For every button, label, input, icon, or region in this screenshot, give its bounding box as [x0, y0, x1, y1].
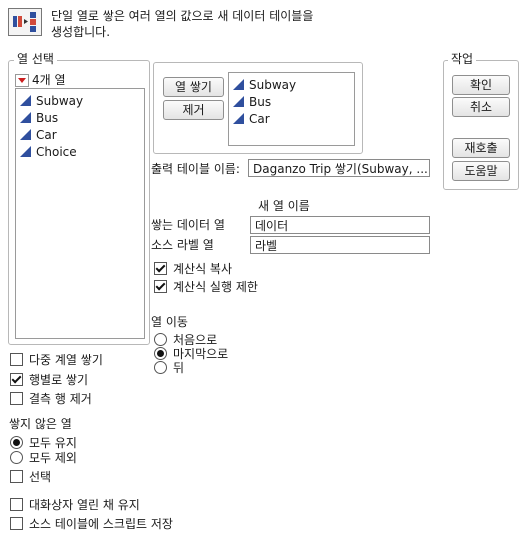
stack-by-row-checkbox[interactable]: 행별로 쌓기 — [10, 371, 88, 387]
red-triangle-menu-icon[interactable] — [15, 74, 29, 87]
continuous-column-icon — [20, 112, 31, 123]
save-script-checkbox[interactable]: 소스 테이블에 스크립트 저장 — [10, 515, 173, 531]
ok-button[interactable]: 확인 — [452, 75, 510, 95]
move-columns-title: 열 이동 — [151, 315, 188, 329]
column-item-label: Bus — [36, 110, 59, 125]
non-stacked-columns-title: 쌓지 않은 열 — [9, 417, 72, 431]
column-item-choice[interactable]: Choice — [16, 143, 144, 160]
column-select-title: 열 선택 — [14, 52, 57, 66]
dialog-description-line1: 단일 열로 쌓은 여러 열의 값으로 새 데이터 테이블을 — [51, 9, 314, 23]
copy-formula-checkbox[interactable]: 계산식 복사 — [154, 260, 232, 276]
continuous-column-icon — [233, 79, 244, 90]
stacked-data-column-field[interactable]: 데이터 — [250, 216, 430, 234]
source-label-column-field[interactable]: 라벨 — [250, 236, 430, 254]
move-after-radio[interactable]: 뒤 — [154, 359, 184, 375]
keep-dialog-open-checkbox[interactable]: 대화상자 열린 채 유지 — [10, 496, 140, 512]
continuous-column-icon — [233, 96, 244, 107]
stacked-item-car[interactable]: Car — [229, 110, 354, 127]
stacked-item-bus[interactable]: Bus — [229, 93, 354, 110]
suppress-formula-eval-checkbox[interactable]: 계산식 실행 제한 — [154, 278, 258, 294]
column-item-bus[interactable]: Bus — [16, 109, 144, 126]
source-label-column-label: 소스 라벨 열 — [151, 238, 214, 252]
remove-button[interactable]: 제거 — [163, 100, 224, 120]
continuous-column-icon — [20, 146, 31, 157]
column-item-label: Subway — [36, 93, 84, 108]
stack-columns-button[interactable]: 열 쌓기 — [163, 77, 224, 97]
new-column-names-heading: 새 열 이름 — [258, 199, 310, 213]
select-checkbox[interactable]: 선택 — [10, 468, 51, 484]
column-item-label: Choice — [36, 144, 77, 159]
multi-series-stack-checkbox[interactable]: 다중 계열 쌓기 — [10, 351, 103, 367]
continuous-column-icon — [20, 129, 31, 140]
column-item-subway[interactable]: Subway — [16, 92, 144, 109]
drop-all-radio[interactable]: 모두 제외 — [10, 449, 77, 465]
continuous-column-icon — [233, 113, 244, 124]
stacked-data-column-label: 쌓는 데이터 열 — [151, 218, 225, 232]
column-item-car[interactable]: Car — [16, 126, 144, 143]
column-item-label: Car — [36, 127, 57, 142]
output-table-name-field[interactable]: Daganzo Trip 쌓기(Subway, ... — [248, 159, 430, 177]
stacked-columns-list[interactable]: Subway Bus Car — [228, 72, 355, 146]
stacked-item-subway[interactable]: Subway — [229, 76, 354, 93]
column-count-label: 4개 열 — [32, 73, 66, 87]
dialog-description-line2: 생성합니다. — [51, 25, 111, 39]
drop-missing-rows-checkbox[interactable]: 결측 행 제거 — [10, 390, 92, 406]
continuous-column-icon — [20, 95, 31, 106]
column-list[interactable]: Subway Bus Car Choice — [15, 88, 145, 339]
stack-icon — [8, 8, 42, 36]
cancel-button[interactable]: 취소 — [452, 97, 510, 117]
recall-button[interactable]: 재호출 — [452, 138, 510, 158]
output-table-label: 출력 테이블 이름: — [151, 162, 240, 176]
help-button[interactable]: 도움말 — [452, 161, 510, 181]
actions-title: 작업 — [448, 52, 477, 66]
